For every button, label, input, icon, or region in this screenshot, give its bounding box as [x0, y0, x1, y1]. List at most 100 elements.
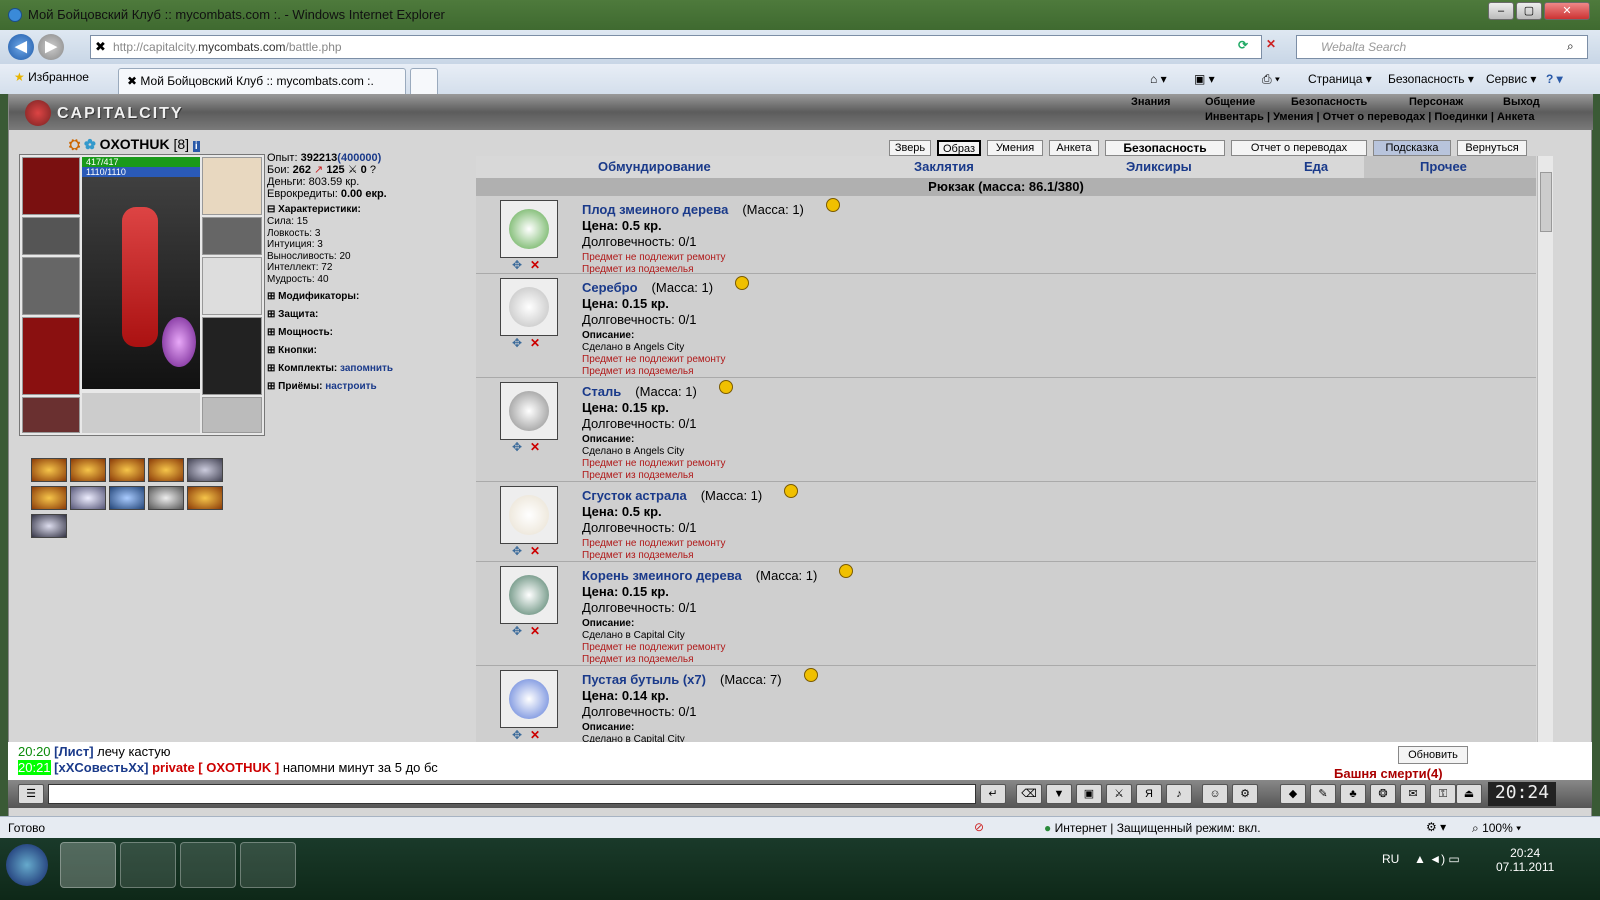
defense-section[interactable]: ⊞ Защита: — [267, 309, 477, 321]
effect-icon[interactable] — [109, 458, 145, 482]
tab-food[interactable]: Еда — [1304, 159, 1328, 174]
btn-security[interactable]: Безопасность — [1105, 140, 1225, 156]
submenu[interactable]: Инвентарь | Умения | Отчет о переводах |… — [1205, 111, 1535, 123]
send-icon[interactable]: ↵ — [980, 784, 1006, 804]
settings-icon[interactable]: ⚙ — [1232, 784, 1258, 804]
helmet-slot[interactable] — [22, 157, 80, 215]
use-icon[interactable]: ✥ — [512, 544, 522, 558]
chat-input[interactable] — [48, 784, 976, 804]
effect-icon[interactable] — [31, 458, 67, 482]
item-image[interactable] — [500, 382, 558, 440]
btn-back[interactable]: Вернуться — [1457, 140, 1527, 156]
back-button[interactable]: ◀ — [8, 34, 34, 60]
use-icon[interactable]: ✥ — [512, 728, 522, 742]
feeds-icon[interactable]: ▣ ▾ — [1194, 72, 1215, 86]
maximize-button[interactable]: ▢ — [1516, 2, 1542, 20]
exit-icon[interactable]: ⏏ — [1456, 784, 1482, 804]
close-button[interactable]: ✕ — [1544, 2, 1590, 20]
chat-user[interactable]: [Лист] — [54, 744, 93, 759]
favorites-button[interactable]: ★ Избранное — [14, 70, 89, 84]
item-image[interactable] — [500, 200, 558, 258]
effect-icon[interactable] — [109, 486, 145, 510]
belt-slot[interactable] — [22, 397, 80, 433]
item-name[interactable]: Плод змеиного дерева — [582, 202, 728, 217]
new-tab-button[interactable] — [410, 68, 438, 94]
info-icon[interactable]: i — [192, 141, 200, 152]
tab-elixirs[interactable]: Эликсиры — [1126, 159, 1192, 174]
tab-other[interactable]: Прочее — [1420, 159, 1467, 174]
btn-skills[interactable]: Умения — [987, 140, 1043, 156]
effect-icon[interactable] — [148, 458, 184, 482]
language-indicator[interactable]: RU — [1382, 852, 1399, 866]
taskbar-folder-icon[interactable] — [180, 842, 236, 888]
char-name[interactable]: OXOTHUK — [100, 136, 170, 152]
item-name[interactable]: Пустая бутыль (x7) — [582, 672, 706, 687]
pants-slot[interactable] — [202, 317, 262, 395]
stop-icon[interactable]: ✕ — [1266, 37, 1276, 51]
moves-config-link[interactable]: настроить — [325, 381, 376, 392]
search-input[interactable]: Webalta Search ⌕ — [1296, 35, 1588, 59]
address-bar[interactable]: ✖ http://capitalcity.mycombats.com/battl… — [90, 35, 1262, 59]
btn-hint[interactable]: Подсказка — [1373, 140, 1451, 156]
sound-icon[interactable]: ♪ — [1166, 784, 1192, 804]
tab-spells[interactable]: Заклятия — [914, 159, 974, 174]
zoom-control[interactable]: ⌕ 100% ▾ — [1472, 821, 1521, 836]
menu-page[interactable]: Страница ▾ — [1308, 72, 1372, 86]
start-button[interactable] — [6, 844, 48, 886]
delete-icon[interactable]: ✕ — [530, 728, 540, 742]
clear-icon[interactable]: ⌫ — [1016, 784, 1042, 804]
menu-security-game[interactable]: Безопасность — [1291, 96, 1367, 108]
refresh-icon[interactable]: ⟳ — [1238, 38, 1248, 52]
bracers-slot[interactable] — [22, 217, 80, 255]
item-image[interactable] — [500, 670, 558, 728]
btn-transfers[interactable]: Отчет о переводах — [1231, 140, 1367, 156]
use-icon[interactable]: ✥ — [512, 440, 522, 454]
save-icon[interactable]: ▣ — [1076, 784, 1102, 804]
menu-social[interactable]: Общение — [1205, 96, 1255, 108]
effect-icon[interactable] — [187, 486, 223, 510]
power-section[interactable]: ⊞ Мощность: — [267, 327, 477, 339]
refresh-button[interactable]: Обновить — [1398, 746, 1468, 764]
menu-knowledge[interactable]: Знания — [1131, 96, 1170, 108]
item-name[interactable]: Сталь — [582, 384, 621, 399]
boots-slot[interactable] — [202, 397, 262, 433]
lock-icon[interactable]: ⚿ — [1430, 784, 1456, 804]
rings-slot[interactable] — [202, 157, 262, 215]
delete-icon[interactable]: ✕ — [530, 258, 540, 272]
tray-clock[interactable]: 20:24 07.11.2011 — [1496, 846, 1554, 874]
shield-slot[interactable] — [202, 257, 262, 315]
browser-tab[interactable]: ✖ Мой Бойцовский Клуб :: mycombats.com :… — [118, 68, 406, 94]
portal-icon[interactable]: ❂ — [1370, 784, 1396, 804]
tray-icons[interactable]: ▲ ◄) ▭ — [1414, 852, 1460, 866]
smile-icon[interactable]: ☺ — [1202, 784, 1228, 804]
group-icon[interactable]: ♣ — [1340, 784, 1366, 804]
effect-icon[interactable] — [187, 458, 223, 482]
buttons-section[interactable]: ⊞ Кнопки: — [267, 345, 477, 357]
forward-button[interactable]: ▶ — [38, 34, 64, 60]
fighter-icon[interactable]: ⚔ — [1106, 784, 1132, 804]
menu-tools[interactable]: Сервис ▾ — [1486, 72, 1536, 86]
delete-icon[interactable]: ✕ — [530, 624, 540, 638]
popup-blocked-icon[interactable]: ⊘ — [974, 820, 984, 834]
character-avatar[interactable]: 417/417 1110/1110 — [82, 157, 200, 389]
home-icon[interactable]: ⌂ ▾ — [1150, 72, 1167, 86]
menu-exit[interactable]: Выход — [1503, 96, 1540, 108]
scroll-icon[interactable]: ✎ — [1310, 784, 1336, 804]
taskbar-ie-icon[interactable] — [60, 842, 116, 888]
char-section[interactable]: ⊟ Характеристики: — [267, 204, 477, 216]
item-image[interactable] — [500, 278, 558, 336]
effect-icon[interactable] — [148, 486, 184, 510]
item-name[interactable]: Корень змеиного дерева — [582, 568, 742, 583]
minimize-button[interactable]: – — [1488, 2, 1514, 20]
mods-section[interactable]: ⊞ Модификаторы: — [267, 291, 477, 303]
tower-link[interactable]: Башня смерти(4) — [1334, 766, 1443, 781]
sets-section[interactable]: ⊞ Комплекты: запомнить — [267, 363, 477, 375]
use-icon[interactable]: ✥ — [512, 258, 522, 272]
item-name[interactable]: Серебро — [582, 280, 638, 295]
btn-image[interactable]: Образ — [937, 140, 981, 156]
menu-security[interactable]: Безопасность ▾ — [1388, 72, 1474, 86]
help-icon[interactable]: ? ▾ — [1546, 72, 1563, 86]
moves-section[interactable]: ⊞ Приёмы: настроить — [267, 381, 477, 393]
armor-slot[interactable] — [22, 317, 80, 395]
scroll-thumb[interactable] — [1540, 172, 1552, 232]
